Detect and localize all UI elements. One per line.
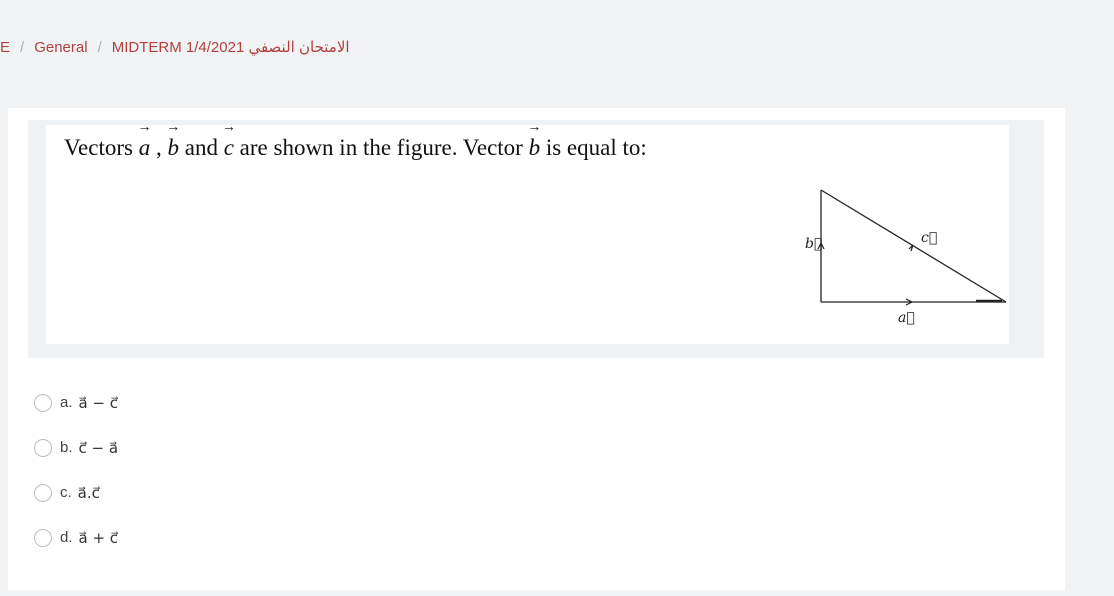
- breadcrumb-separator: /: [20, 38, 25, 56]
- breadcrumb-item-general[interactable]: General: [34, 39, 87, 56]
- vector-triangle-figure: b⃗ a⃗ c⃗: [805, 189, 1007, 326]
- answer-option-b[interactable]: b. c⃗ − a⃗: [34, 425, 118, 470]
- vector-b-label: b⃗: [805, 236, 822, 252]
- answer-option-a[interactable]: a. a⃗ − c⃗: [34, 380, 118, 425]
- answer-letter: b.: [60, 439, 73, 456]
- question-text-box: Vectors a , b and c are shown in the fig…: [46, 125, 1009, 344]
- question-text-part: is equal to:: [540, 135, 647, 160]
- answer-option-d[interactable]: d. a⃗ + c⃗: [34, 515, 118, 560]
- question-text: Vectors a , b and c are shown in the fig…: [64, 135, 647, 161]
- answer-options: a. a⃗ − c⃗ b. c⃗ − a⃗ c. a⃗.c⃗ d. a⃗ + c…: [34, 380, 118, 560]
- breadcrumb-separator: /: [97, 38, 102, 56]
- answer-expression: a⃗ − c⃗: [78, 393, 119, 412]
- question-text-panel: Vectors a , b and c are shown in the fig…: [28, 120, 1044, 358]
- breadcrumb-item-midterm[interactable]: MIDTERM 1/4/2021 الامتحان النصفي: [112, 38, 350, 56]
- vector-b-symbol: b: [529, 135, 541, 161]
- vector-b-symbol: b: [167, 135, 179, 161]
- answer-letter: d.: [60, 529, 73, 546]
- vector-a-symbol: a: [139, 135, 151, 161]
- vector-c-arrowhead: [908, 244, 914, 252]
- question-text-part: Vectors: [64, 135, 139, 160]
- answer-expression: a⃗.c⃗: [77, 483, 100, 502]
- radio-button[interactable]: [34, 483, 52, 502]
- question-card: Vectors a , b and c are shown in the fig…: [8, 108, 1065, 590]
- answer-expression: c⃗ − a⃗: [78, 438, 119, 457]
- answer-option-c[interactable]: c. a⃗.c⃗: [34, 470, 118, 515]
- radio-button[interactable]: [34, 393, 52, 412]
- question-text-part: and: [178, 135, 224, 160]
- answer-letter: c.: [60, 484, 72, 501]
- breadcrumb-item-course[interactable]: E: [0, 39, 10, 56]
- answer-letter: a.: [60, 394, 73, 411]
- radio-button[interactable]: [34, 438, 52, 457]
- answer-expression: a⃗ + c⃗: [78, 528, 119, 547]
- vector-c-label: c⃗: [921, 230, 937, 246]
- breadcrumb: E / General / MIDTERM 1/4/2021 الامتحان …: [0, 38, 350, 57]
- question-text-part: ,: [150, 135, 168, 160]
- radio-button[interactable]: [34, 528, 52, 547]
- vector-c-symbol: c: [224, 135, 234, 161]
- vector-c-line: [820, 189, 1007, 303]
- question-text-part: are shown in the figure. Vector: [233, 135, 529, 160]
- vector-a-label: a⃗: [898, 310, 915, 326]
